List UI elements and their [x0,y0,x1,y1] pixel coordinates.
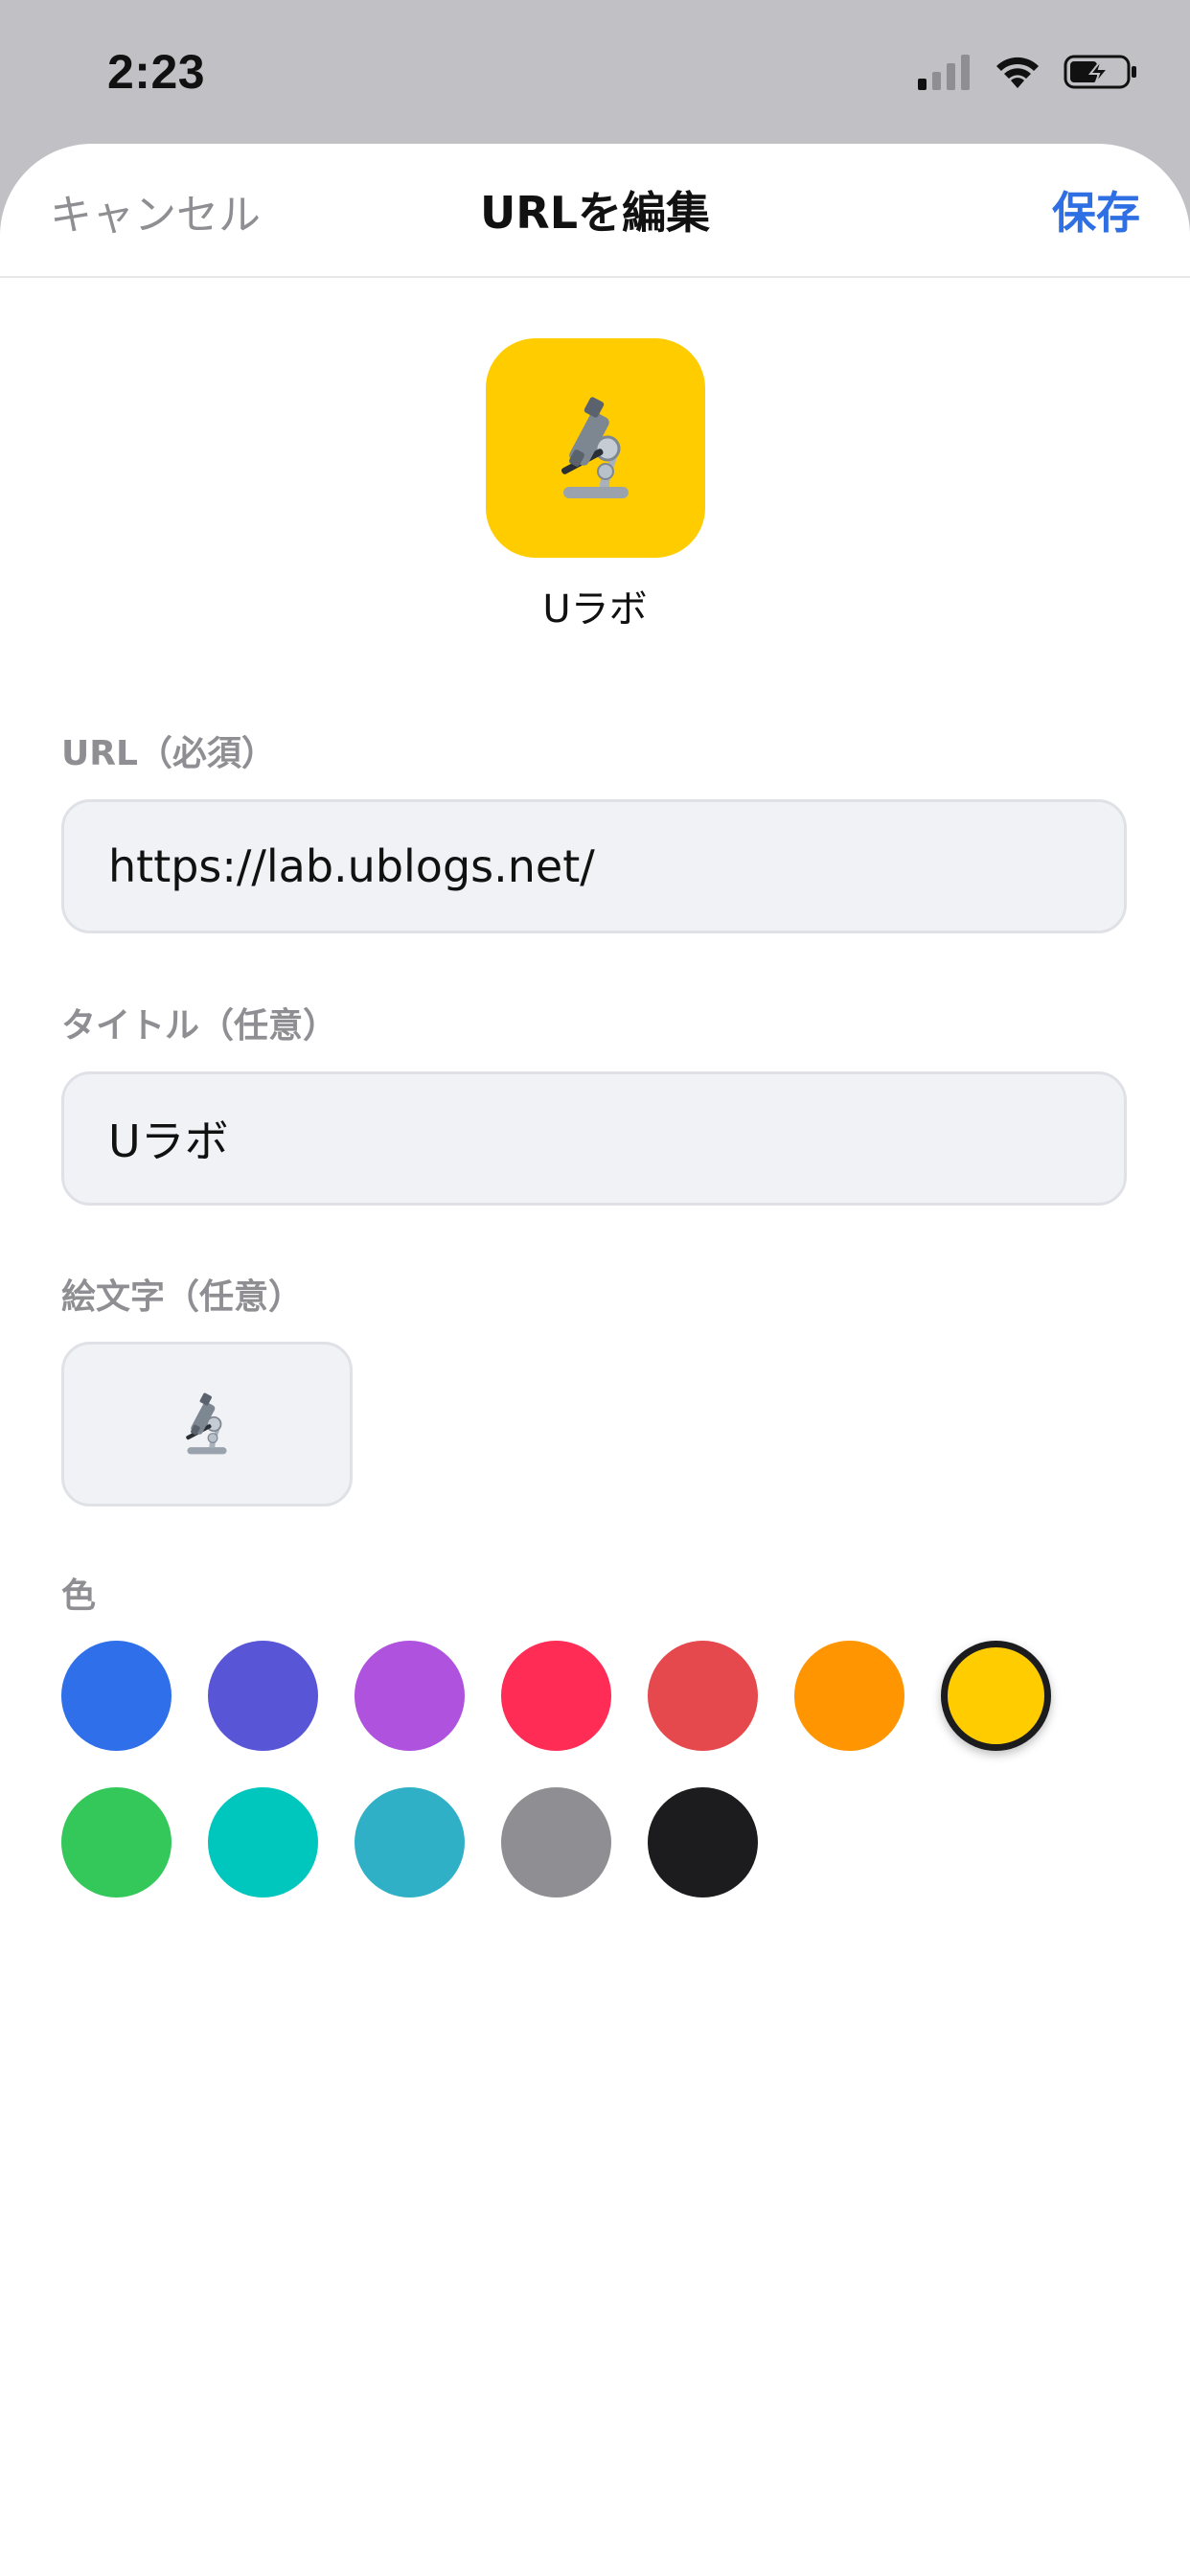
url-input[interactable]: https://lab.ublogs.net/ [61,799,1127,933]
status-time: 2:23 [107,45,206,99]
microscope-icon [186,1392,227,1455]
cellular-signal-icon [918,55,970,90]
wifi-icon [996,57,1039,88]
color-swatch[interactable] [208,1787,318,1898]
color-swatch[interactable] [941,1641,1051,1751]
color-swatch[interactable] [61,1787,172,1898]
color-swatch[interactable] [501,1787,611,1898]
title-field-label: タイトル（任意） [61,1006,338,1046]
save-button[interactable]: 保存 [1052,178,1140,242]
microscope-icon [561,396,629,498]
color-field-label: 色 [61,1576,97,1616]
color-swatch[interactable] [794,1641,904,1751]
emoji-picker-field[interactable] [61,1342,353,1506]
color-swatch[interactable] [648,1787,758,1898]
preview-label: Uラボ [542,587,648,632]
title-input[interactable]: Uラボ [61,1071,1127,1206]
color-swatch[interactable] [648,1641,758,1751]
color-swatch[interactable] [355,1641,465,1751]
preview-tile [486,338,705,558]
color-swatch[interactable] [501,1641,611,1751]
color-swatch[interactable] [208,1641,318,1751]
color-swatch[interactable] [61,1641,172,1751]
color-swatch[interactable] [355,1787,465,1898]
edit-url-sheet: キャンセル URLを編集 保存 Uラボ URL（必須） https://lab.… [0,144,1190,2576]
battery-charging-icon [1064,55,1136,89]
status-icons [918,54,1138,90]
page-title: URLを編集 [479,187,711,239]
url-field-label: URL（必須） [61,734,276,773]
status-bar: 2:23 [0,0,1190,144]
emoji-field-label: 絵文字（任意） [61,1277,304,1317]
navigation-bar: キャンセル URLを編集 保存 [0,144,1190,278]
